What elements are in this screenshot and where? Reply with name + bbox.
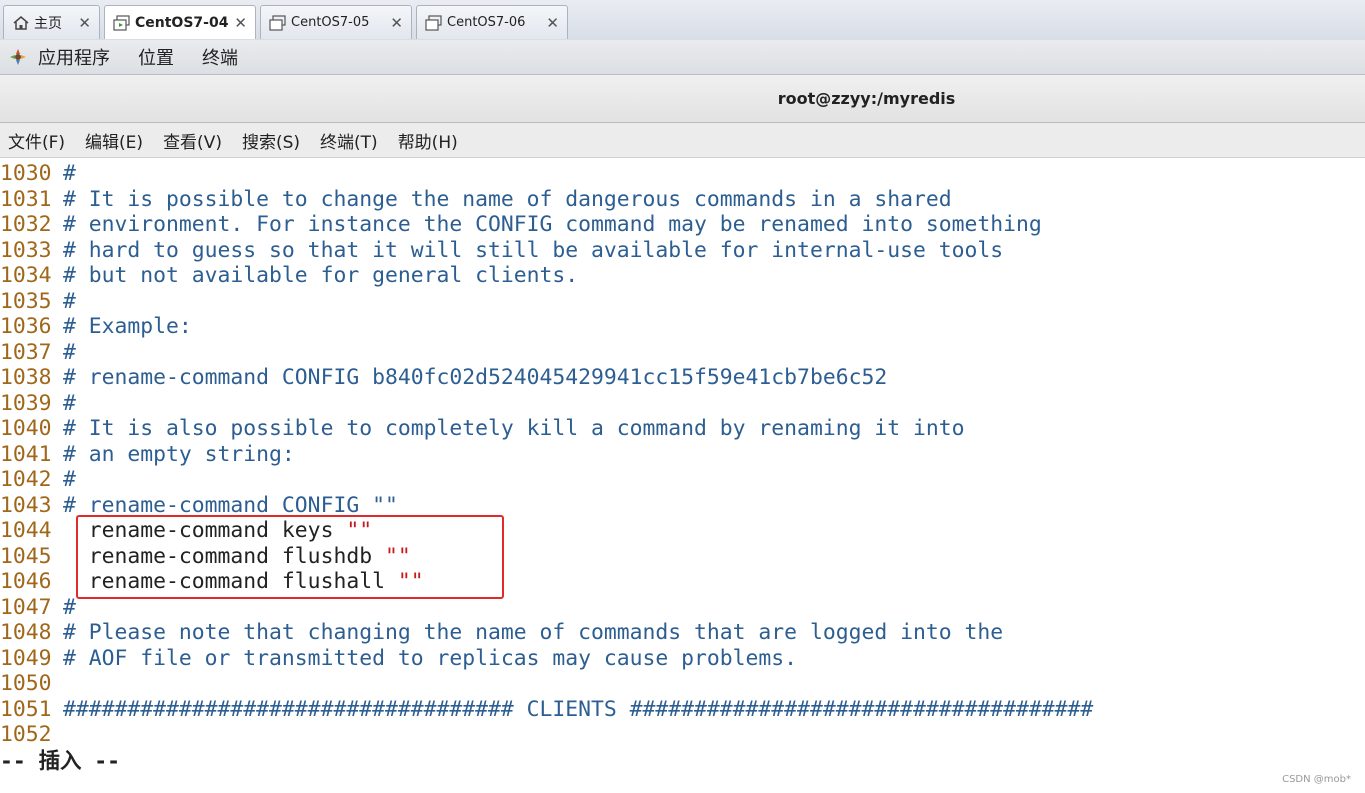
window-title-bar[interactable]: root@zzyy:/myredis bbox=[0, 75, 1365, 123]
line-number: 1035 bbox=[0, 288, 52, 314]
line-number: 1040 bbox=[0, 416, 52, 441]
home-icon bbox=[12, 15, 30, 31]
line-text: # AOF file or transmitted to replicas ma… bbox=[63, 645, 798, 671]
line-number: 1034 bbox=[0, 263, 52, 288]
line-number: 1041 bbox=[0, 441, 52, 467]
line-number: 1043 bbox=[0, 492, 52, 518]
editor-line: 1052 bbox=[0, 722, 63, 748]
editor-line: 1037 # bbox=[0, 340, 76, 366]
tab-centos7-05[interactable]: CentOS7-05 ✕ bbox=[260, 5, 412, 39]
editor-line: 1050 bbox=[0, 671, 63, 697]
tab-centos7-04[interactable]: CentOS7-04 ✕ bbox=[104, 5, 256, 39]
line-number: 1033 bbox=[0, 237, 52, 263]
line-text: # bbox=[63, 288, 76, 314]
menu-search[interactable]: 搜索(S) bbox=[242, 128, 300, 153]
line-text: # environment. For instance the CONFIG c… bbox=[63, 212, 1042, 237]
vm-icon bbox=[425, 14, 443, 31]
menu-terminal[interactable]: 终端 bbox=[202, 44, 238, 70]
tab-label: CentOS7-06 bbox=[447, 15, 526, 30]
terminal-menu-bar: 文件(F) 编辑(E) 查看(V) 搜索(S) 终端(T) 帮助(H) bbox=[0, 123, 1365, 158]
close-icon[interactable]: ✕ bbox=[546, 14, 559, 32]
line-text: # bbox=[63, 467, 76, 492]
line-text: # but not available for general clients. bbox=[63, 263, 579, 288]
line-text: # rename-command CONFIG "" bbox=[63, 492, 398, 518]
close-icon[interactable]: ✕ bbox=[390, 14, 403, 32]
editor-line: 1035 # bbox=[0, 289, 76, 315]
highlight-box bbox=[76, 515, 504, 599]
line-number: 1044 bbox=[0, 518, 52, 543]
editor-line: 1034 # but not available for general clie… bbox=[0, 263, 578, 289]
line-number: 1049 bbox=[0, 645, 52, 671]
line-number: 1052 bbox=[0, 722, 52, 747]
close-icon[interactable]: ✕ bbox=[78, 14, 91, 32]
line-text: # Please note that changing the name of … bbox=[63, 620, 1004, 645]
terminal-editor[interactable]: 1030 # 1031 # It is possible to change the… bbox=[0, 158, 1365, 778]
menu-terminal-settings[interactable]: 终端(T) bbox=[320, 128, 378, 153]
line-number: 1037 bbox=[0, 339, 52, 365]
editor-line: 1048 # Please note that changing the name… bbox=[0, 620, 1003, 646]
editor-line: 1033 # hard to guess so that it will stil… bbox=[0, 238, 1003, 264]
line-text: # an empty string: bbox=[63, 441, 295, 467]
line-text: # Example: bbox=[63, 314, 192, 339]
menu-help[interactable]: 帮助(H) bbox=[398, 128, 458, 153]
line-number: 1039 bbox=[0, 390, 52, 416]
editor-line: 1042 # bbox=[0, 467, 76, 493]
editor-line: 1051 ################################### … bbox=[0, 697, 1093, 723]
line-text: # It is possible to change the name of d… bbox=[63, 186, 952, 212]
close-icon[interactable]: ✕ bbox=[234, 14, 247, 32]
line-number: 1047 bbox=[0, 594, 52, 620]
editor-line: 1038 # rename-command CONFIG b840fc02d524… bbox=[0, 365, 887, 391]
line-text: # It is also possible to completely kill… bbox=[63, 416, 965, 441]
vm-icon bbox=[269, 14, 287, 31]
line-text: # bbox=[63, 161, 76, 186]
line-number: 1036 bbox=[0, 314, 52, 339]
menu-edit[interactable]: 编辑(E) bbox=[85, 128, 143, 153]
vm-tab-bar: 主页 ✕ CentOS7-04 ✕ CentOS7-05 ✕ CentOS7-0… bbox=[0, 0, 1365, 41]
line-number: 1032 bbox=[0, 212, 52, 237]
tab-label: CentOS7-04 bbox=[135, 14, 229, 31]
tab-centos7-06[interactable]: CentOS7-06 ✕ bbox=[416, 5, 568, 39]
line-text: # bbox=[63, 594, 76, 620]
vm-icon bbox=[113, 14, 131, 31]
line-text: ################################### CLIE… bbox=[63, 696, 1094, 722]
line-text: # hard to guess so that it will still be… bbox=[63, 237, 1004, 263]
editor-line: 1032 # environment. For instance the CONF… bbox=[0, 212, 1042, 238]
menu-file[interactable]: 文件(F) bbox=[8, 128, 65, 153]
line-number: 1031 bbox=[0, 186, 52, 212]
line-text: # bbox=[63, 339, 76, 365]
tab-label: 主页 bbox=[34, 15, 62, 32]
editor-line: 1040 # It is also possible to completely … bbox=[0, 416, 964, 442]
menu-applications[interactable]: 应用程序 bbox=[38, 44, 110, 70]
editor-line: 1049 # AOF file or transmitted to replica… bbox=[0, 646, 797, 672]
tab-home[interactable]: 主页 ✕ bbox=[3, 5, 100, 39]
line-number: 1045 bbox=[0, 543, 52, 569]
editor-line: 1047 # bbox=[0, 595, 76, 621]
line-number: 1038 bbox=[0, 365, 52, 390]
line-number: 1046 bbox=[0, 569, 52, 594]
window-title: root@zzyy:/myredis bbox=[777, 89, 956, 108]
menu-view[interactable]: 查看(V) bbox=[163, 128, 222, 153]
editor-line: 1039 # bbox=[0, 391, 76, 417]
editor-line: 1041 # an empty string: bbox=[0, 442, 295, 468]
line-number: 1051 bbox=[0, 696, 52, 722]
applications-icon bbox=[8, 47, 28, 67]
editor-line: 1030 # bbox=[0, 161, 76, 187]
tab-label: CentOS7-05 bbox=[291, 15, 370, 30]
line-number: 1042 bbox=[0, 467, 52, 492]
line-number: 1050 bbox=[0, 671, 52, 696]
gnome-top-panel: 应用程序 位置 终端 bbox=[0, 40, 1365, 75]
line-text: # rename-command CONFIG b840fc02d5240454… bbox=[63, 365, 888, 390]
line-text: # bbox=[63, 390, 76, 416]
menu-places[interactable]: 位置 bbox=[138, 44, 174, 70]
editor-line: 1031 # It is possible to change the name … bbox=[0, 187, 952, 213]
vim-mode-status: -- 插入 -- bbox=[0, 749, 121, 774]
line-number: 1048 bbox=[0, 620, 52, 645]
editor-line: 1036 # Example: bbox=[0, 314, 192, 340]
line-number: 1030 bbox=[0, 161, 52, 186]
watermark: CSDN @mob* bbox=[1282, 774, 1351, 785]
